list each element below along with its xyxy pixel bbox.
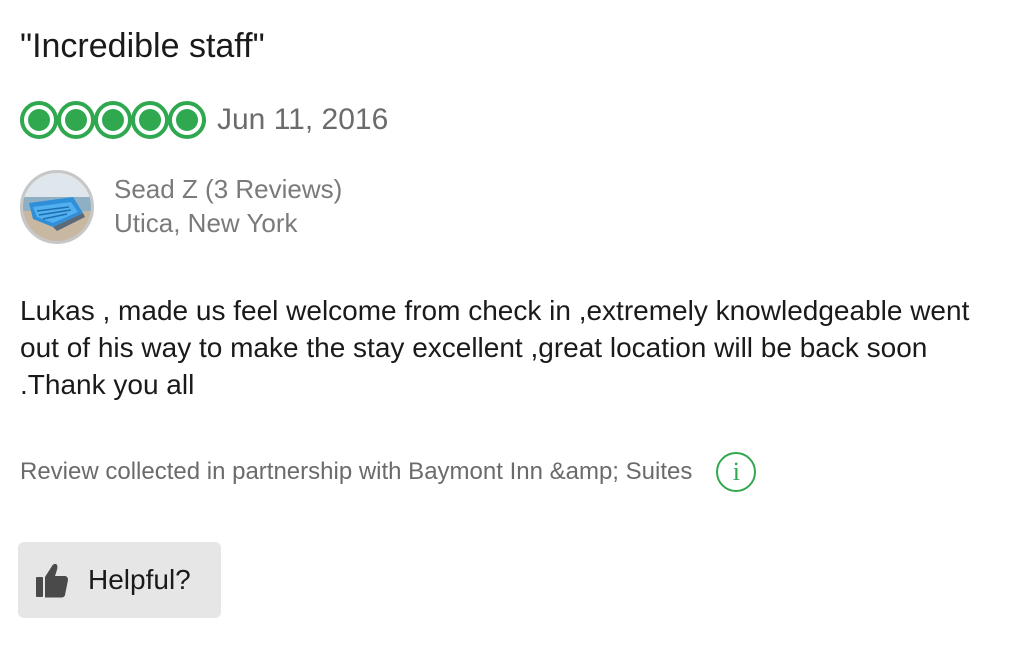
rating-row: Jun 11, 2016 [20,100,388,140]
info-icon[interactable]: i [716,452,757,492]
helpful-label: Helpful? [88,564,191,595]
thumbs-up-icon [34,560,70,600]
rating-bubble-icon [168,101,206,139]
review-title: "Incredible staff" [20,27,265,65]
author-info[interactable]: Sead Z (3 Reviews) Utica, New York [20,170,342,244]
partnership-text: Review collected in partnership with Bay… [20,458,693,485]
author-name[interactable]: Sead Z (3 Reviews) [114,172,342,206]
rating-bubble-icon [57,101,95,139]
review-card: "Incredible staff" Jun 11, 2016 Sead Z (… [0,0,1024,661]
rating-bubble-icon [20,101,58,139]
review-date: Jun 11, 2016 [217,103,389,136]
avatar[interactable] [20,170,94,244]
review-body: Lukas , made us feel welcome from check … [20,295,970,400]
avatar-boat-photo-icon [23,173,91,241]
author-location: Utica, New York [114,208,298,238]
rating-bubble-icon [94,101,132,139]
rating-bubble-icon [131,101,169,139]
rating-bubbles [20,101,206,139]
author-text: Sead Z (3 Reviews) Utica, New York [114,172,342,240]
helpful-button[interactable]: Helpful? [18,542,221,618]
partnership-row: Review collected in partnership with Bay… [20,450,757,494]
